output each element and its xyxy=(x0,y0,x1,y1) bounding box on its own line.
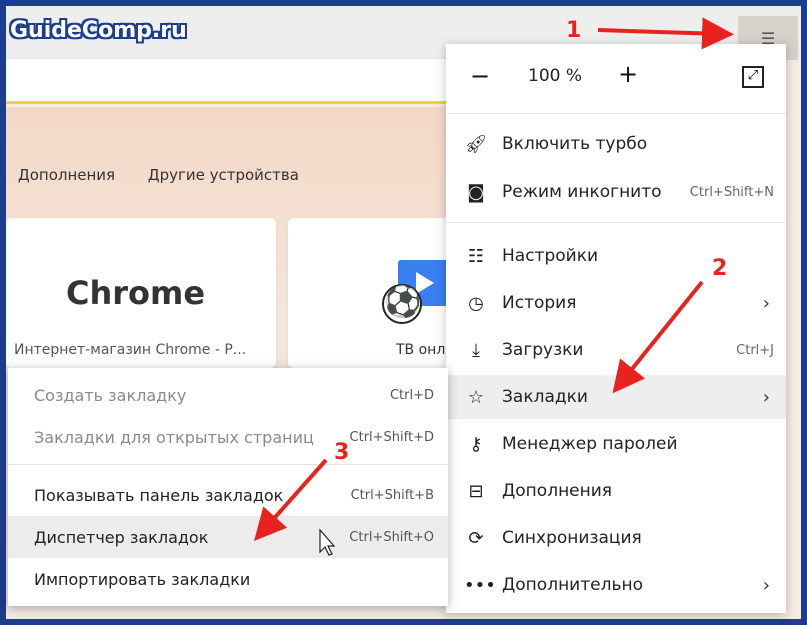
clock-icon: ◷ xyxy=(468,292,484,314)
menu-item-incognito[interactable]: ◙ Режим инкогнито Ctrl+Shift+N xyxy=(446,170,786,214)
chevron-right-icon: › xyxy=(762,574,770,596)
rocket-icon: 🚀︎ xyxy=(464,133,488,155)
submenu-item-create-bookmark[interactable]: Создать закладку Ctrl+D xyxy=(8,374,448,416)
fullscreen-icon[interactable]: ⤢ xyxy=(742,66,764,88)
key-icon: ⚷ xyxy=(469,433,483,455)
tile-chrome-store[interactable]: Chrome Интернет-магазин Chrome - Р... xyxy=(6,218,276,368)
menu-item-more[interactable]: ••• Дополнительно › xyxy=(446,563,786,607)
menu-item-settings[interactable]: ☷ Настройки xyxy=(446,234,786,278)
address-bar[interactable] xyxy=(6,58,466,104)
sliders-icon: ☷ xyxy=(467,245,485,267)
zoom-out-button[interactable]: − xyxy=(470,62,490,90)
menu-item-history[interactable]: ◷ История › xyxy=(446,281,786,325)
newtab-link-extensions[interactable]: Дополнения xyxy=(18,166,115,184)
more-icon: ••• xyxy=(464,574,496,596)
menu-item-downloads[interactable]: ⤓ Загрузки Ctrl+J xyxy=(446,328,786,372)
zoom-in-button[interactable]: + xyxy=(618,60,638,88)
chrome-logo-text: Chrome xyxy=(66,274,206,312)
chevron-right-icon: › xyxy=(762,386,770,408)
soccer-ball-icon: ⚽ xyxy=(382,284,422,324)
newtab-links: Дополнения Другие устройства xyxy=(18,166,327,184)
mask-icon: ◙ xyxy=(467,181,485,203)
menu-item-extensions[interactable]: ⊟ Дополнения xyxy=(446,469,786,513)
watermark: GuideComp.ru xyxy=(10,18,187,43)
newtab-link-other-devices[interactable]: Другие устройства xyxy=(148,166,299,184)
shortcut-label: Ctrl+Shift+D xyxy=(349,429,434,445)
star-icon: ☆ xyxy=(467,386,485,408)
shortcut-label: Ctrl+D xyxy=(389,387,434,403)
tile-tv-online[interactable]: ⚽ ТВ онла xyxy=(288,218,468,368)
shortcut-label: Ctrl+Shift+N xyxy=(689,184,774,200)
browser-main-menu: − 100 % + ⤢ 🚀︎ Включить турбо ◙ Режим ин… xyxy=(446,44,786,613)
menu-item-bookmarks[interactable]: ☆ Закладки › xyxy=(446,375,786,419)
download-icon: ⤓ xyxy=(472,339,480,361)
menu-item-sync[interactable]: ⟳ Синхронизация xyxy=(446,516,786,560)
shortcut-label: Ctrl+J xyxy=(736,342,774,358)
submenu-item-show-bookmarks-bar[interactable]: Показывать панель закладок Ctrl+Shift+B xyxy=(8,474,448,516)
sync-icon: ⟳ xyxy=(468,527,484,549)
menu-item-password-manager[interactable]: ⚷ Менеджер паролей xyxy=(446,422,786,466)
chevron-right-icon: › xyxy=(762,292,770,314)
bookmarks-submenu: Создать закладку Ctrl+D Закладки для отк… xyxy=(8,368,448,606)
zoom-level: 100 % xyxy=(528,66,583,86)
extensions-icon: ⊟ xyxy=(468,480,484,502)
submenu-item-import-bookmarks[interactable]: Импортировать закладки xyxy=(8,558,448,600)
tile-caption: Интернет-магазин Chrome - Р... xyxy=(14,342,247,358)
step-number-1: 1 xyxy=(566,18,582,43)
submenu-divider xyxy=(8,464,448,465)
menu-divider xyxy=(446,222,786,223)
menu-item-turbo[interactable]: 🚀︎ Включить турбо xyxy=(446,122,786,166)
submenu-item-bookmark-open-pages[interactable]: Закладки для открытых страниц Ctrl+Shift… xyxy=(8,416,448,458)
shortcut-label: Ctrl+Shift+O xyxy=(349,529,434,545)
submenu-item-bookmark-manager[interactable]: Диспетчер закладок Ctrl+Shift+O xyxy=(8,516,448,558)
step-number-3: 3 xyxy=(334,440,350,465)
zoom-controls: − 100 % + ⤢ xyxy=(446,44,786,114)
step-number-2: 2 xyxy=(712,256,728,281)
shortcut-label: Ctrl+Shift+B xyxy=(350,487,434,503)
